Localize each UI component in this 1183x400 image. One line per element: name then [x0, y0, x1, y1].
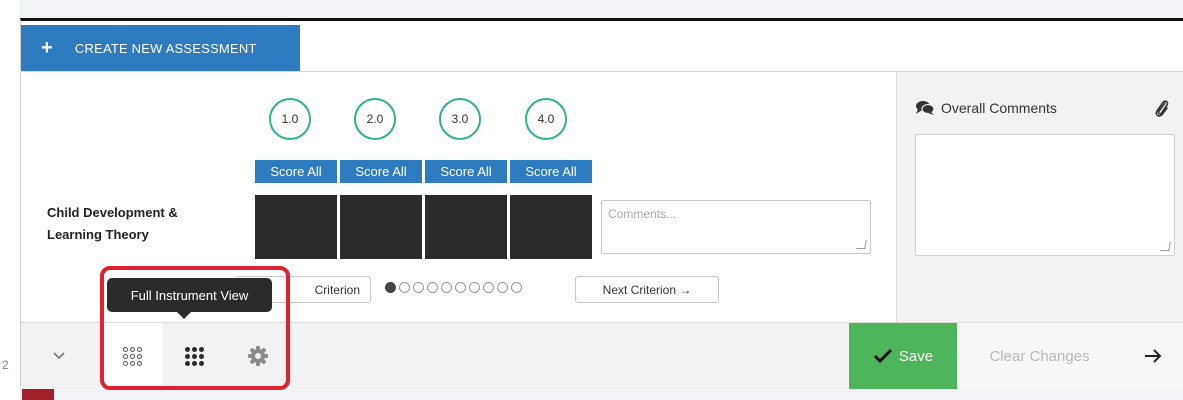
pager-dot[interactable] — [511, 282, 522, 293]
score-level-label: 4.0 — [537, 112, 555, 126]
criterion-comments-input[interactable]: Comments... — [601, 200, 871, 254]
next-criterion-label: Next Criterion → — [602, 282, 692, 297]
comments-placeholder: Comments... — [608, 207, 677, 221]
pager-dot[interactable] — [441, 282, 452, 293]
overall-comments-header: Overall Comments — [915, 100, 1057, 116]
overall-comments-textarea[interactable] — [915, 134, 1175, 256]
plus-icon: + — [41, 36, 53, 59]
clear-changes-button[interactable]: Clear Changes — [957, 323, 1122, 389]
score-all-button-3[interactable]: Score All — [425, 160, 507, 183]
pager-dot[interactable] — [455, 282, 466, 293]
score-all-button-4[interactable]: Score All — [510, 160, 592, 183]
score-level-3: 3.0 — [439, 98, 481, 140]
chevron-down-icon — [53, 352, 65, 360]
score-cell-1[interactable] — [255, 195, 337, 259]
criterion-title-line-1: Child Development & — [47, 205, 178, 220]
criterion-title: Child Development & Learning Theory — [47, 202, 227, 246]
score-level-4: 4.0 — [525, 98, 567, 140]
checkmark-icon — [873, 348, 892, 364]
next-criterion-button[interactable]: Next Criterion → — [575, 276, 719, 303]
score-level-1: 1.0 — [269, 98, 311, 140]
pager-dot[interactable] — [497, 282, 508, 293]
save-label: Save — [898, 347, 934, 365]
pager-dot[interactable] — [483, 282, 494, 293]
overall-comments-title: Overall Comments — [941, 100, 1057, 116]
save-button[interactable]: Save — [849, 323, 957, 389]
overall-comments-panel: Overall Comments — [896, 72, 1183, 322]
score-cell-3[interactable] — [425, 195, 507, 259]
collapse-button[interactable] — [21, 323, 97, 389]
score-all-button-2[interactable]: Score All — [340, 160, 422, 183]
create-new-assessment-label: CREATE NEW ASSESSMENT — [74, 40, 257, 56]
next-arrow-button[interactable] — [1122, 323, 1183, 389]
score-level-2: 2.0 — [354, 98, 396, 140]
pager-dot[interactable] — [469, 282, 480, 293]
clear-changes-label: Clear Changes — [989, 347, 1090, 365]
left-margin — [0, 0, 20, 400]
pager-dot[interactable] — [399, 282, 410, 293]
pager-dot[interactable] — [427, 282, 438, 293]
pager-dot[interactable] — [413, 282, 424, 293]
score-level-label: 2.0 — [366, 112, 384, 126]
highlight-annotation — [100, 266, 290, 390]
score-all-button-1[interactable]: Score All — [255, 160, 337, 183]
criterion-pager — [385, 282, 522, 293]
resize-handle[interactable] — [856, 240, 867, 249]
criterion-title-line-2: Learning Theory — [47, 227, 149, 242]
create-new-assessment-button[interactable]: + CREATE NEW ASSESSMENT — [21, 25, 300, 71]
score-level-label: 1.0 — [281, 112, 299, 126]
comments-icon — [916, 101, 935, 115]
resize-handle[interactable] — [1160, 242, 1171, 251]
score-cell-2[interactable] — [340, 195, 422, 259]
left-edge-text: 2 — [2, 358, 9, 372]
arrow-right-icon — [1145, 349, 1162, 363]
paperclip-icon[interactable] — [1154, 98, 1170, 118]
score-cell-4[interactable] — [510, 195, 592, 259]
pager-dot[interactable] — [385, 282, 396, 293]
previous-criterion-label: Criterion — [314, 282, 360, 297]
score-level-label: 3.0 — [451, 112, 469, 126]
